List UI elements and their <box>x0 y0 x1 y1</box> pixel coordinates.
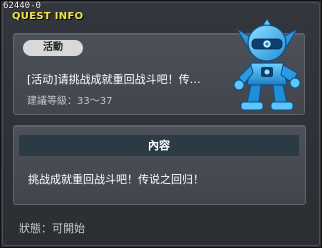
quest-info-window: 62440-0 QUEST INFO 活動 [活动]请挑战成就重回战斗吧！传… … <box>0 0 322 248</box>
blue-robot-mascot-icon <box>233 18 301 111</box>
recommended-level: 建議等級：33～37 <box>27 96 113 107</box>
quest-name: [活动]请挑战成就重回战斗吧！传… <box>27 73 201 86</box>
quest-type-tag: 活動 <box>23 40 83 56</box>
quest-status: 狀態：可開始 <box>19 222 85 235</box>
window-title: QUEST INFO <box>12 11 84 22</box>
content-description: 挑战成就重回战斗吧！传说之回归！ <box>28 173 204 186</box>
quest-id-label: 62440-0 <box>3 1 41 11</box>
quest-content-panel: 內容 挑战成就重回战斗吧！传说之回归！ <box>13 125 306 205</box>
content-section-header: 內容 <box>19 135 299 156</box>
